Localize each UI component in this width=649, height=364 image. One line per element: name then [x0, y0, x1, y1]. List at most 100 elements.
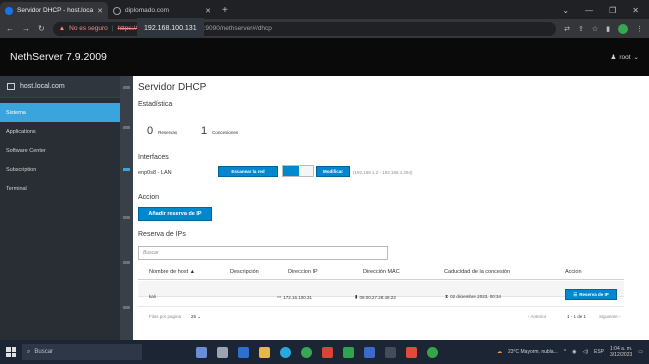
- mail-icon[interactable]: [364, 346, 375, 358]
- tab-servidor-dhcp[interactable]: Servidor DHCP - host.local.com ✕: [0, 2, 108, 19]
- rows-per-page-select[interactable]: 25 ⌄: [191, 314, 201, 320]
- ip-range: (192.168.1.2 - 192.168.1.254): [353, 170, 413, 175]
- page-title: Servidor DHCP: [138, 82, 207, 93]
- footer-divider: [138, 306, 624, 307]
- windows-start-icon[interactable]: [6, 347, 16, 357]
- tab-diplomado[interactable]: diplomado.com ✕: [108, 2, 216, 19]
- browser-icon[interactable]: [280, 346, 291, 358]
- column-ip[interactable]: Direccion IP: [288, 269, 318, 275]
- nav-strip-icon[interactable]: [123, 168, 130, 171]
- edge-icon[interactable]: [238, 346, 249, 358]
- system-tray: ☁ 23°C Mayorm. nubla... ^ ◉ ◁) ESP 1:04 …: [497, 346, 643, 358]
- close-tab-icon[interactable]: ✕: [97, 7, 103, 15]
- new-tab-button[interactable]: +: [216, 2, 234, 19]
- nav-strip-icon[interactable]: [123, 306, 130, 309]
- column-host[interactable]: Nombre de host ▲: [149, 269, 195, 275]
- translate-icon[interactable]: ⇄: [564, 25, 570, 33]
- task-view-icon[interactable]: [217, 346, 228, 358]
- stat-label: Reservas: [158, 130, 178, 135]
- prev-label: Anterior: [530, 314, 547, 319]
- menu-icon[interactable]: ⋮: [636, 25, 643, 33]
- nav-strip-icon[interactable]: [123, 216, 130, 219]
- main-content: Servidor DHCP Estadística 0 Reservas 1 C…: [133, 76, 649, 340]
- address-bar[interactable]: ▲ No es seguro | https://192.168.100.131…: [52, 17, 557, 40]
- widgets-icon[interactable]: [196, 346, 207, 358]
- secondary-nav-strip: [120, 76, 133, 340]
- sidebar-item-applications[interactable]: Applications: [0, 122, 120, 141]
- sidebar-item-terminal[interactable]: Terminal: [0, 179, 120, 198]
- brand-title[interactable]: NethServer 7.9.2009: [10, 51, 107, 63]
- notifications-icon[interactable]: ▭: [638, 349, 643, 355]
- taskbar-search[interactable]: ⌕ Buscar: [22, 344, 142, 360]
- scan-network-button[interactable]: Escanear la red: [218, 166, 278, 177]
- nav-strip-icon[interactable]: [123, 126, 130, 129]
- chrome-icon[interactable]: [427, 346, 438, 358]
- stat-label: Concesiones: [212, 130, 239, 135]
- dhcp-enable-toggle[interactable]: [282, 165, 314, 177]
- stat-reservas: 0 Reservas: [147, 125, 177, 137]
- chevron-right-icon: ›: [617, 314, 621, 319]
- language-indicator[interactable]: ESP: [594, 349, 604, 355]
- column-mac[interactable]: Dirección MAC: [363, 269, 400, 275]
- sidebar-item-subscription[interactable]: Subscription: [0, 160, 120, 179]
- stats-heading: Estadística: [138, 101, 173, 108]
- weather-text[interactable]: 23°C Mayorm. nubla...: [508, 349, 558, 355]
- sidebar-item-sistema[interactable]: Sistema: [0, 103, 120, 122]
- chevron-up-icon[interactable]: ^: [564, 349, 566, 355]
- prev-page-link[interactable]: ‹ Anterior: [528, 314, 546, 319]
- security-warning[interactable]: No es seguro: [69, 25, 108, 32]
- sidepanel-icon[interactable]: ▮: [606, 25, 610, 33]
- clock[interactable]: 1:04 a. m. 3/12/2023: [610, 346, 632, 358]
- host-name: host.local.com: [20, 83, 65, 90]
- minimize-icon[interactable]: —: [585, 6, 593, 15]
- profile-avatar[interactable]: [618, 23, 628, 34]
- nav-strip-icon[interactable]: [123, 261, 130, 264]
- file-explorer-icon[interactable]: [259, 346, 270, 358]
- close-tab-icon[interactable]: ✕: [205, 7, 211, 15]
- column-expiry[interactable]: Caducidad de la concesión: [444, 269, 510, 275]
- chrome-icon[interactable]: [301, 346, 312, 358]
- user-menu[interactable]: ♟ root ⌄: [611, 53, 639, 62]
- warning-icon: ▲: [58, 25, 66, 32]
- close-window-icon[interactable]: ✕: [632, 6, 639, 15]
- action-heading: Accion: [138, 194, 160, 201]
- chevron-down-icon: ⌄: [633, 54, 639, 61]
- maximize-icon[interactable]: ❐: [609, 6, 616, 15]
- search-input[interactable]: Buscar: [138, 246, 388, 260]
- network-icon[interactable]: ◉: [572, 349, 576, 355]
- screen: Servidor DHCP - host.local.com ✕ diploma…: [0, 0, 649, 364]
- nav-strip-icon[interactable]: [123, 86, 130, 89]
- interfaces-heading: Interfaces: [138, 154, 169, 161]
- monitor-icon: [7, 83, 15, 90]
- share-icon[interactable]: ⇪: [578, 25, 584, 33]
- interface-name: enp0s8 - LAN: [138, 170, 172, 176]
- cell-expiry: ⧗ 02 diciembre 2023, 00:34: [445, 294, 501, 299]
- hourglass-icon: ⧗: [445, 294, 449, 299]
- volume-icon[interactable]: ◁): [582, 349, 588, 355]
- reserve-ip-label: Reserva de IP: [579, 292, 609, 297]
- url-scheme: https://: [117, 25, 138, 32]
- chevron-down-icon[interactable]: ⌄: [562, 6, 569, 15]
- window-controls: ⌄ — ❐ ✕: [562, 2, 649, 19]
- opera-icon[interactable]: [322, 346, 333, 358]
- nethserver-favicon-icon: [5, 6, 13, 15]
- ip-value: 172.16.100.31: [283, 294, 313, 300]
- url-path: :9090/nethserver#/dhcp: [203, 25, 272, 32]
- store-icon[interactable]: [406, 346, 417, 358]
- host-selector[interactable]: host.local.com: [0, 76, 120, 98]
- sidebar-item-software-center[interactable]: Software Center: [0, 141, 120, 160]
- reload-icon[interactable]: ↻: [38, 24, 45, 33]
- url-host: 192.168.100.131: [137, 17, 204, 40]
- app-icon[interactable]: [343, 346, 354, 358]
- taskbar-search-label: Buscar: [34, 349, 54, 355]
- globe-favicon-icon: [113, 6, 121, 15]
- forward-icon[interactable]: →: [22, 24, 30, 33]
- next-page-link[interactable]: Siguiente ›: [599, 314, 621, 319]
- column-description[interactable]: Descripción: [230, 269, 259, 275]
- add-ip-reservation-button[interactable]: Añadir reserva de IP: [138, 207, 212, 221]
- reserve-ip-button[interactable]: ☰ Reserva de IP: [565, 289, 617, 300]
- back-icon[interactable]: ←: [6, 24, 14, 33]
- modify-button[interactable]: Modificar: [316, 166, 350, 177]
- star-icon[interactable]: ☆: [592, 25, 598, 33]
- steam-icon[interactable]: [385, 346, 396, 358]
